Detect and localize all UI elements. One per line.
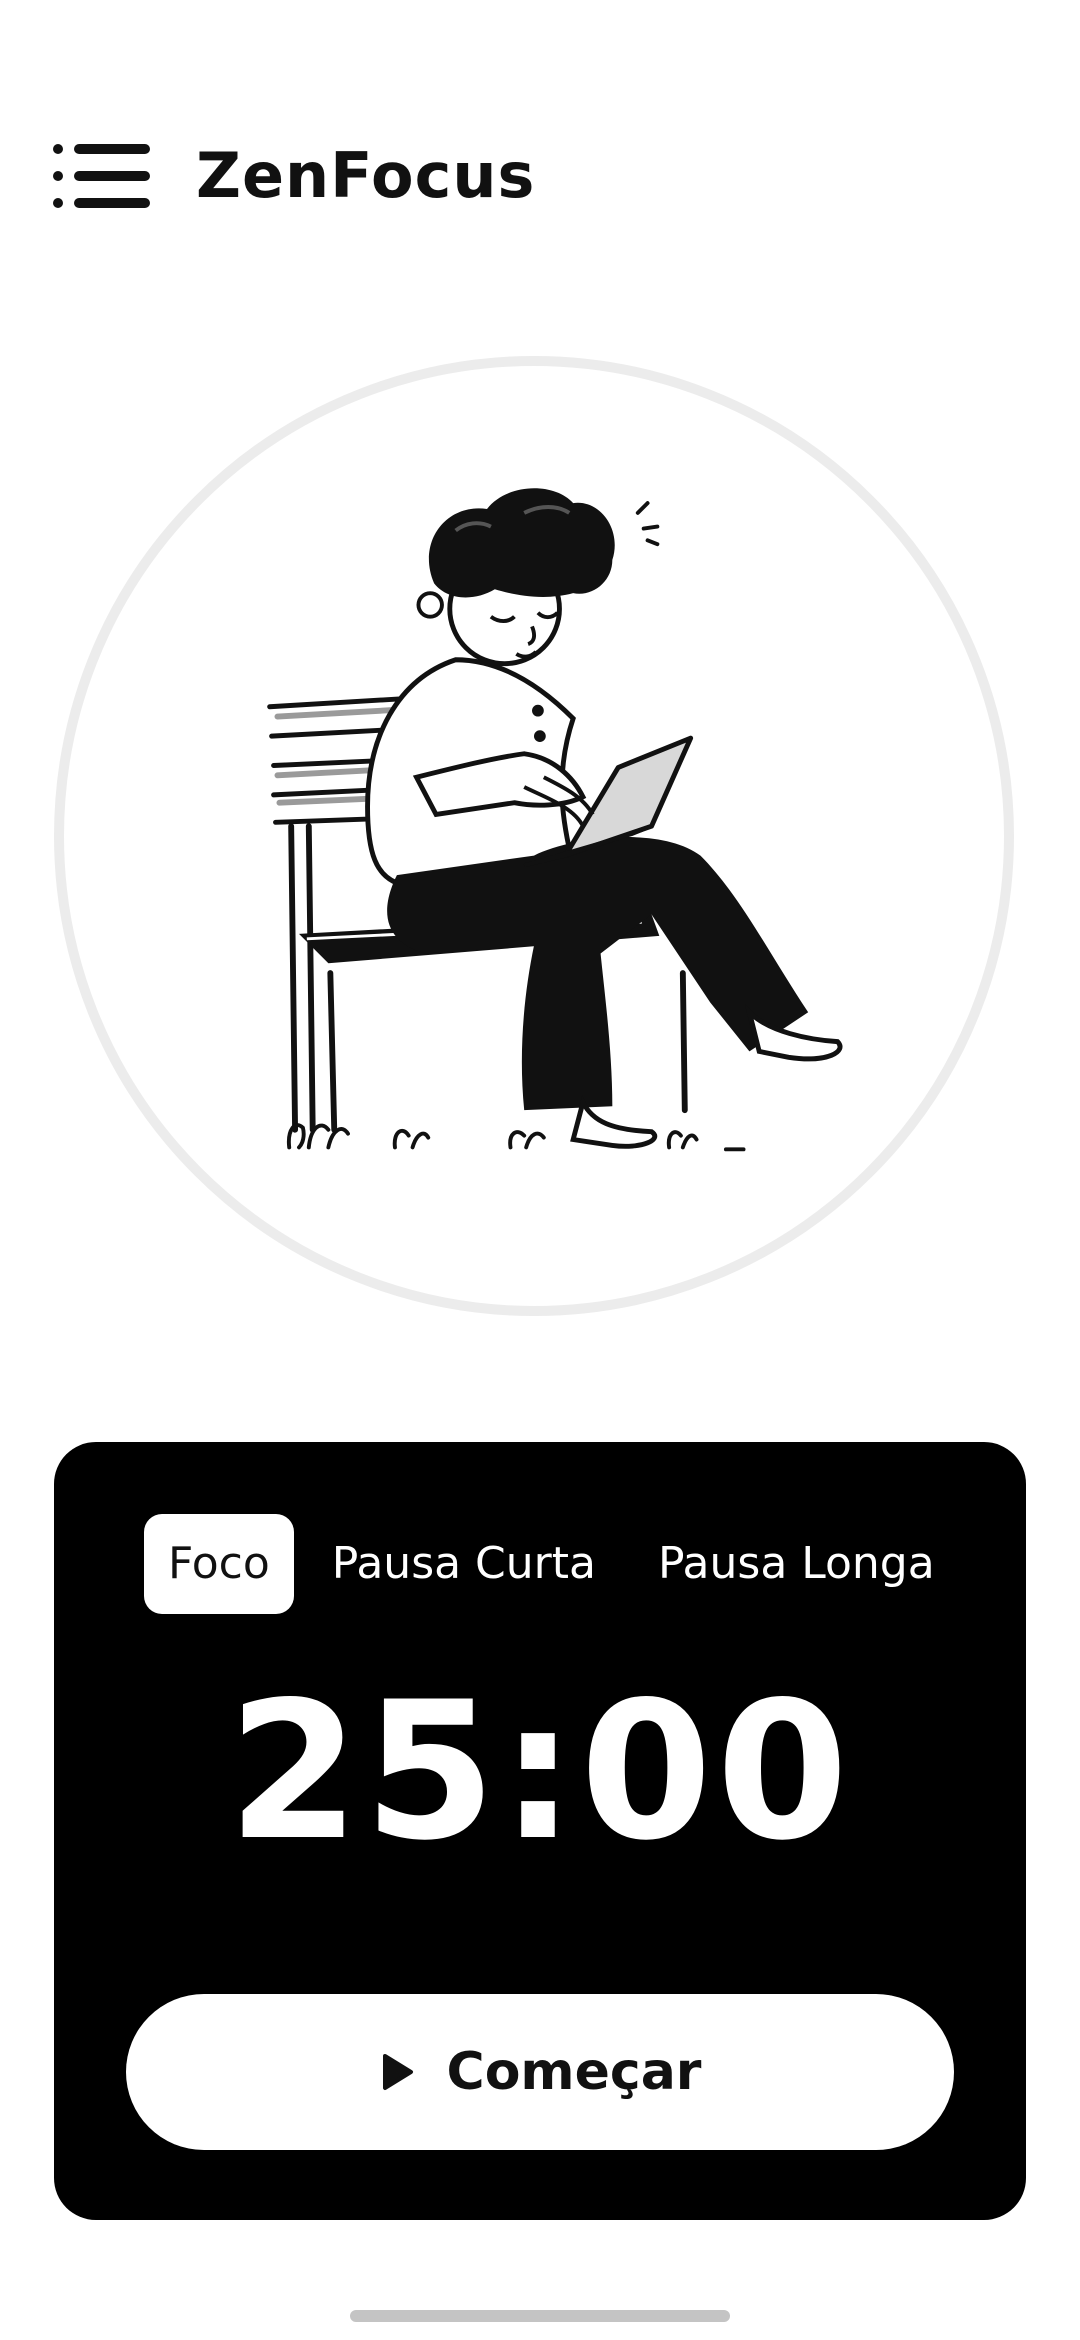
menu-list-icon [53, 144, 150, 208]
play-icon [382, 2054, 413, 2090]
app-title: ZenFocus [196, 139, 536, 212]
person-on-bench-with-laptop-illustration [267, 488, 843, 1152]
tab-pausa-longa[interactable]: Pausa Longa [634, 1514, 959, 1614]
timer-card: Foco Pausa Curta Pausa Longa 25:00 Começ… [54, 1442, 1026, 2220]
start-button[interactable]: Começar [126, 1994, 954, 2150]
tab-pausa-curta[interactable]: Pausa Curta [308, 1514, 620, 1614]
menu-button[interactable] [52, 140, 152, 212]
app-header: ZenFocus [0, 110, 1080, 240]
illustration-circle [54, 356, 1014, 1316]
start-button-label: Começar [446, 2042, 702, 2102]
tab-foco[interactable]: Foco [144, 1514, 294, 1614]
mode-tabs: Foco Pausa Curta Pausa Longa [144, 1514, 973, 1614]
timer-display: 25:00 [227, 1661, 853, 1882]
home-indicator[interactable] [350, 2310, 730, 2322]
